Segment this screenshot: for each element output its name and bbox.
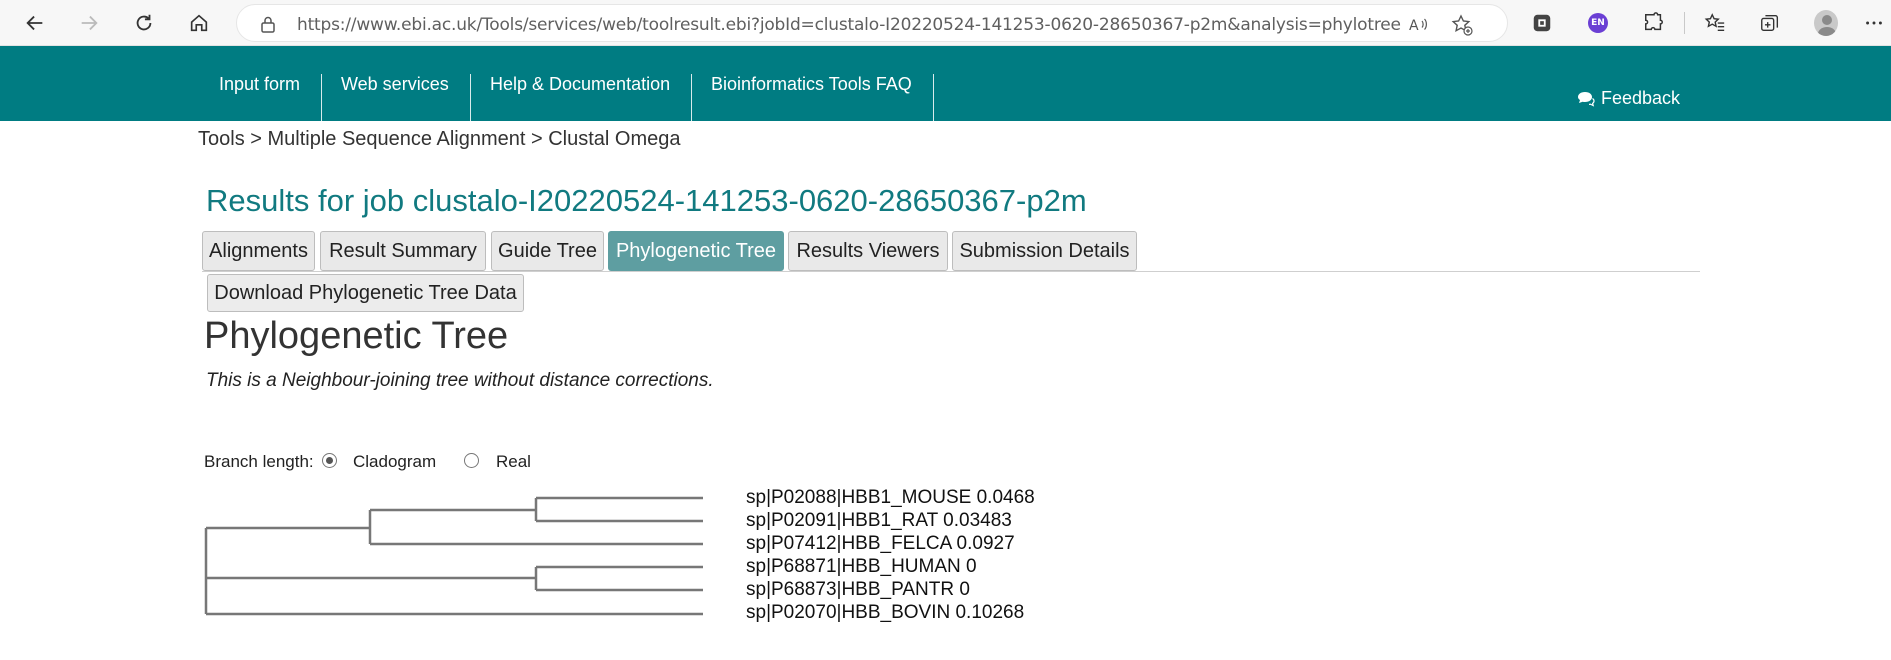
forward-icon[interactable] [72,6,106,40]
address-bar[interactable]: https://www.ebi.ac.uk/Tools/services/web… [236,4,1508,42]
svg-text:A: A [1409,18,1419,34]
tab-alignments[interactable]: Alignments [202,231,315,271]
tab-result-summary[interactable]: Result Summary [320,231,486,271]
tree-leaf-label: sp|P02091|HBB1_RAT 0.03483 [746,510,1012,531]
nav-divider [321,74,322,121]
download-tree-button[interactable]: Download Phylogenetic Tree Data [207,274,524,312]
tree-leaf-label: sp|P68873|HBB_PANTR 0 [746,579,970,600]
refresh-icon[interactable] [127,6,161,40]
back-icon[interactable] [18,6,52,40]
tree-leaf-label: sp|P02088|HBB1_MOUSE 0.0468 [746,487,1035,508]
feedback-label[interactable]: Feedback [1601,88,1680,109]
language-extension-icon[interactable]: EN [1586,11,1610,35]
breadcrumb: Tools > Multiple Sequence Alignment > Cl… [198,128,681,150]
nav-divider [691,74,692,121]
nav-bioinformatics-faq[interactable]: Bioinformatics Tools FAQ [711,74,912,95]
more-options-icon[interactable] [1862,11,1886,35]
branch-length-label: Branch length: [204,452,314,471]
cladogram-label[interactable]: Cladogram [353,452,436,472]
feedback-link[interactable]: Feedback [1577,88,1680,109]
tab-submission-details[interactable]: Submission Details [952,231,1137,271]
browser-toolbar: https://www.ebi.ac.uk/Tools/services/web… [0,0,1891,46]
tree-leaf-label: sp|P68871|HBB_HUMAN 0 [746,556,977,577]
toolbar-divider [1684,12,1685,34]
nav-divider [933,74,934,121]
profile-avatar-icon[interactable] [1814,10,1838,36]
home-icon[interactable] [182,6,216,40]
nav-input-form[interactable]: Input form [219,74,300,95]
tab-phylogenetic-tree[interactable]: Phylogenetic Tree [608,231,784,271]
favorite-add-icon[interactable] [1451,14,1473,36]
puzzle-extensions-icon[interactable] [1642,11,1666,35]
favorites-icon[interactable] [1703,11,1727,35]
tab-results-viewers[interactable]: Results Viewers [788,231,948,271]
tree-description: This is a Neighbour-joining tree without… [206,370,714,391]
extension-icon[interactable] [1530,11,1554,35]
tab-divider [202,271,1700,272]
job-title: Results for job clustalo-I20220524-14125… [206,183,1087,218]
real-radio[interactable] [464,453,479,468]
chat-bubble-icon [1578,91,1595,107]
real-label[interactable]: Real [496,452,531,472]
nav-web-services[interactable]: Web services [341,74,449,95]
collections-icon[interactable] [1758,11,1782,35]
nav-help-documentation[interactable]: Help & Documentation [490,74,670,95]
tab-guide-tree[interactable]: Guide Tree [491,231,604,271]
url-text[interactable]: https://www.ebi.ac.uk/Tools/services/web… [297,15,1401,35]
lock-icon [261,16,275,33]
tree-leaf-label: sp|P07412|HBB_FELCA 0.0927 [746,533,1015,554]
site-header: Input form Web services Help & Documenta… [0,46,1891,121]
phylogenetic-tree-diagram [204,496,703,616]
tree-leaf-label: sp|P02070|HBB_BOVIN 0.10268 [746,602,1025,623]
read-aloud-icon[interactable]: A [1407,14,1429,36]
nav-divider [470,74,471,121]
cladogram-radio[interactable] [322,453,337,468]
section-title: Phylogenetic Tree [204,315,509,357]
